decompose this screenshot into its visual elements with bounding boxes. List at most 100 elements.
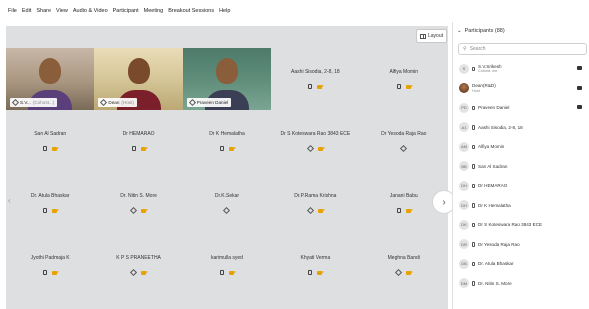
tile-status-icons [306, 206, 325, 215]
participant-tile[interactable]: Dr Yesoda Raja Rao [360, 110, 448, 172]
grid-row: S.V... (Cohost...) Dean (Host) Praveen D… [6, 48, 448, 110]
mic-icon [219, 146, 224, 151]
search-icon: ⚲ [463, 46, 467, 52]
participant-tile[interactable]: karimulla syed [183, 234, 271, 296]
menu-help[interactable]: Help [219, 8, 230, 14]
tile-status-icons [400, 144, 408, 153]
mic-icon [472, 183, 475, 188]
participant-tile[interactable]: Dr.K.Sekar [183, 172, 271, 234]
participant-name: Aashi Sisodia, 2-8, 18 [478, 124, 523, 130]
participant-list-item[interactable]: DM Dr. Nitin S. More [453, 274, 589, 294]
participant-tile[interactable]: Dr S Koteswara Rao 3843 ECE [271, 110, 359, 172]
participant-tile[interactable]: Alfiya Momin [360, 48, 448, 110]
video-off-icon [317, 208, 325, 213]
participant-list-item[interactable]: Dean(R&D) Host [453, 79, 589, 99]
participant-list-item[interactable]: S S.V.Srikesh Cohost, me [453, 59, 589, 79]
video-tile[interactable]: S.V... (Cohost...) [6, 48, 95, 110]
search-placeholder: Search [469, 46, 486, 52]
mic-icon [472, 242, 475, 247]
participant-tile[interactable]: Jyothi Padmaja K [6, 234, 94, 296]
participant-entry: S.V.Srikesh Cohost, me [478, 64, 502, 74]
mic-icon [43, 270, 48, 275]
video-name: S.V... [20, 100, 31, 105]
participant-tile[interactable]: Khyati Verma [271, 234, 359, 296]
audio-icon [400, 144, 408, 153]
participant-tile[interactable]: Meghna Bandi [360, 234, 448, 296]
mic-icon [308, 270, 313, 275]
participant-list-item[interactable]: A1 Aashi Sisodia, 2-8, 18 [453, 118, 589, 138]
participants-panel-header[interactable]: ⌄ Participants (88) [457, 28, 505, 34]
video-off-icon [406, 270, 414, 275]
menu-audio-video[interactable]: Audio & Video [73, 8, 108, 14]
participant-list-item[interactable]: DK Dr S Koteswara Rao 3843 ECE [453, 215, 589, 235]
audio-icon [223, 206, 231, 215]
participant-tile[interactable]: San Al Sadran [6, 110, 94, 172]
participant-list-item[interactable]: DB Dr. Atula Bhaskar [453, 254, 589, 274]
video-tile[interactable]: Praveen Daniel [182, 48, 272, 110]
tile-status-icons [308, 84, 325, 89]
avatar [459, 83, 469, 94]
menu-view[interactable]: View [56, 8, 68, 14]
tile-status-icons [43, 270, 60, 275]
menu-share[interactable]: Share [36, 8, 51, 14]
participant-list-item[interactable]: AM Alfiya Momin [453, 137, 589, 157]
mic-icon [396, 84, 401, 89]
video-name-label: Praveen Daniel [186, 98, 232, 107]
participant-list-item[interactable]: DH Dr K Hemalatha [453, 196, 589, 216]
avatar: A1 [459, 122, 469, 133]
grid-row: Dr. Atula Bhaskar Dr. Nitin S. More Dr.K… [6, 172, 448, 234]
video-tile-active-speaker[interactable]: Dean (Host) [94, 48, 183, 110]
participant-tile-name: Alfiya Momin [389, 69, 419, 75]
participant-tile[interactable]: Dr. Atula Bhaskar [6, 172, 94, 234]
participant-tile-name: Dr.P.Rama Krishna [294, 193, 337, 199]
participant-entry: Dean(R&D) Host [472, 83, 496, 93]
participant-list-item[interactable]: DR Dr Yesoda Raja Rao [453, 235, 589, 255]
grid-row: San Al Sadran Dr HEMARAO Dr K Hemalatha … [6, 110, 448, 172]
participant-tile-name: Dr. Nitin S. More [120, 193, 157, 199]
participant-tile[interactable]: Dr.P.Rama Krishna [271, 172, 359, 234]
menu-bar: File Edit Share View Audio & Video Parti… [0, 0, 589, 22]
participant-tile-name: Aashi Sisodia, 2-8, 18 [291, 69, 340, 75]
video-role: (Host) [121, 100, 134, 105]
participant-tile[interactable]: Dr HEMARAO [94, 110, 182, 172]
participant-tile-name: Dr. Atula Bhaskar [30, 193, 70, 199]
mic-icon [472, 203, 475, 208]
mic-icon [219, 270, 224, 275]
participant-list-item[interactable]: BB San Al Sadran [453, 157, 589, 177]
video-off-icon [141, 208, 149, 213]
participant-name: Dr Yesoda Raja Rao [478, 241, 520, 247]
audio-icon [130, 206, 138, 215]
participant-list-item[interactable]: PD Praveen Daniel [453, 98, 589, 118]
video-off-icon [52, 270, 60, 275]
tile-status-icons [43, 208, 60, 213]
participant-name: Dr. Nitin S. More [478, 280, 512, 286]
audio-icon [188, 98, 196, 107]
menu-participant[interactable]: Participant [113, 8, 139, 14]
audio-icon [306, 144, 314, 153]
menu-file[interactable]: File [8, 8, 17, 14]
menu-edit[interactable]: Edit [22, 8, 31, 14]
tile-status-icons [306, 144, 325, 153]
participant-list-item[interactable]: DH Dr HEMARAO [453, 176, 589, 196]
menu-breakout-sessions[interactable]: Breakout Sessions [168, 8, 214, 14]
participant-face [39, 58, 62, 84]
camera-icon [577, 85, 582, 90]
video-off-icon [405, 208, 413, 213]
participant-search-field[interactable]: ⚲ Search [458, 43, 587, 55]
participant-tile[interactable]: Aashi Sisodia, 2-8, 18 [271, 48, 359, 110]
mic-icon [472, 164, 475, 169]
menu-meeting[interactable]: Meeting [144, 8, 164, 14]
chevron-left-icon[interactable]: ‹ [8, 196, 11, 205]
video-off-icon [317, 146, 325, 151]
mic-icon [472, 281, 475, 286]
layout-button[interactable]: Layout [416, 29, 448, 43]
participant-tile[interactable]: Dr. Nitin S. More [94, 172, 182, 234]
participant-tile-name: San Al Sadran [34, 131, 67, 137]
participants-panel: ⌄ Participants (88) ⚲ Search S S.V.Srike… [452, 22, 589, 309]
mic-icon [131, 146, 136, 151]
grid-row: Jyothi Padmaja K K P S PRANEETHA karimul… [6, 234, 448, 296]
avatar: BB [459, 161, 469, 172]
participant-tile[interactable]: Dr K Hemalatha [183, 110, 271, 172]
grid-layout-icon [420, 33, 426, 39]
participant-tile[interactable]: K P S PRANEETHA [94, 234, 182, 296]
